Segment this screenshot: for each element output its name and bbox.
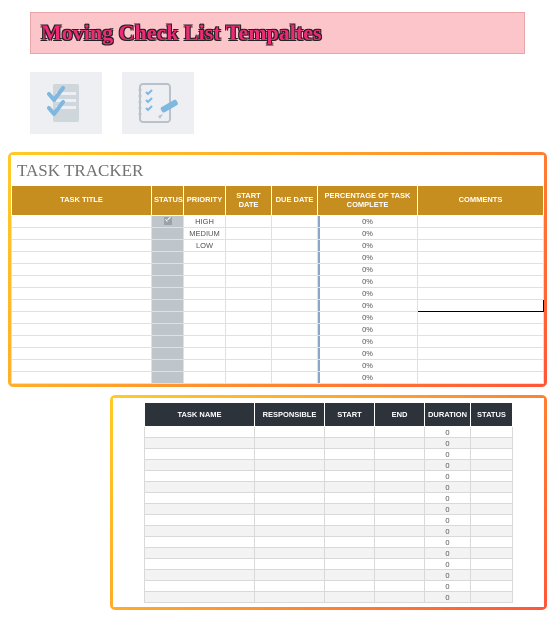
col-comments: COMMENTS [418, 186, 544, 216]
table-row: 0% [12, 372, 544, 384]
col-pct-complete: PERCENTAGE OF TASK COMPLETE [318, 186, 418, 216]
col-end: END [375, 403, 425, 427]
table-row: 0 [145, 482, 513, 493]
table-row: 0% [12, 288, 544, 300]
col-priority: PRIORITY [184, 186, 226, 216]
table-row: 0% [12, 264, 544, 276]
col-duration: DURATION [425, 403, 471, 427]
notebook-pencil-icon[interactable] [122, 72, 194, 134]
table-row: 0% [12, 312, 544, 324]
table-row: 0 [145, 570, 513, 581]
table-row: 0% [12, 324, 544, 336]
table-row: 0 [145, 581, 513, 592]
table-row: 0% [12, 276, 544, 288]
col-start-date: START DATE [226, 186, 272, 216]
template-thumbnails [30, 72, 525, 134]
col-task-name: TASK NAME [145, 403, 255, 427]
title-banner: Moving Check List Tempaltes [30, 12, 525, 54]
table-row: 0% [12, 336, 544, 348]
col-status2: STATUS [471, 403, 513, 427]
table-row: LOW0% [12, 240, 544, 252]
table-row: 0 [145, 460, 513, 471]
tracker-title: TASK TRACKER [11, 155, 544, 185]
col-task-title: TASK TITLE [12, 186, 152, 216]
title-text: Moving Check List Tempaltes [41, 20, 514, 46]
table-row: 0 [145, 471, 513, 482]
table-row: HIGH0% [12, 216, 544, 228]
task-plan-template[interactable]: TASK NAME RESPONSIBLE START END DURATION… [110, 395, 547, 610]
table-row: 0 [145, 449, 513, 460]
plan-header-row: TASK NAME RESPONSIBLE START END DURATION… [145, 403, 513, 427]
col-start: START [325, 403, 375, 427]
table-row: 0% [12, 252, 544, 264]
tracker-table: TASK TITLE STATUS PRIORITY START DATE DU… [11, 185, 544, 384]
table-row: 0% [12, 300, 544, 312]
table-row: 0 [145, 526, 513, 537]
table-row: 0% [12, 348, 544, 360]
table-row: 0 [145, 504, 513, 515]
table-row: 0 [145, 493, 513, 504]
task-tracker-template[interactable]: TASK TRACKER TASK TITLE STATUS PRIORITY … [8, 152, 547, 387]
tracker-header-row: TASK TITLE STATUS PRIORITY START DATE DU… [12, 186, 544, 216]
table-row: MEDIUM0% [12, 228, 544, 240]
col-responsible: RESPONSIBLE [255, 403, 325, 427]
table-row: 0 [145, 592, 513, 603]
table-row: 0 [145, 537, 513, 548]
table-row: 0 [145, 559, 513, 570]
table-row: 0 [145, 548, 513, 559]
table-row: 0 [145, 427, 513, 438]
table-row: 0 [145, 515, 513, 526]
col-status: STATUS [152, 186, 184, 216]
col-due-date: DUE DATE [272, 186, 318, 216]
plan-table: TASK NAME RESPONSIBLE START END DURATION… [144, 402, 513, 603]
checklist-clipboard-icon[interactable] [30, 72, 102, 134]
table-row: 0 [145, 438, 513, 449]
table-row: 0% [12, 360, 544, 372]
